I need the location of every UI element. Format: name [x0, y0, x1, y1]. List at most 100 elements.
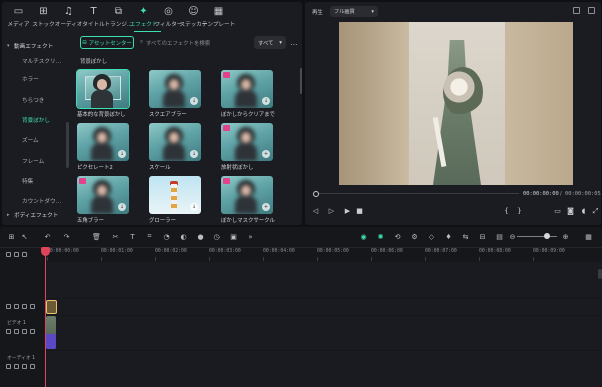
- timeline-grid-icon[interactable]: ▦: [584, 232, 593, 241]
- eye-icon[interactable]: [22, 329, 27, 334]
- category-item[interactable]: 背景ぼかし: [5, 113, 68, 127]
- download-icon[interactable]: ↓: [118, 150, 126, 158]
- mark-in-icon[interactable]: {: [502, 205, 511, 217]
- record-icon[interactable]: ●: [196, 232, 205, 241]
- effect-card[interactable]: ↓: [77, 123, 129, 161]
- download-icon[interactable]: ↓: [190, 150, 198, 158]
- tab-sticker[interactable]: ☺ ステッカー: [180, 2, 208, 32]
- timeline-scrollbar[interactable]: [598, 269, 602, 279]
- lock-icon[interactable]: [14, 304, 19, 309]
- effect-card[interactable]: +: [221, 176, 273, 214]
- tab-template[interactable]: ▦ テンプレート: [202, 2, 235, 32]
- compare-view-icon[interactable]: [573, 7, 580, 14]
- category-item[interactable]: カウントダウ…: [5, 194, 68, 208]
- category-item[interactable]: マルチスクリ…: [5, 54, 68, 68]
- track-add-icon[interactable]: [6, 329, 11, 334]
- shield-icon[interactable]: ✺: [376, 232, 385, 241]
- mark-out-icon[interactable]: }: [515, 205, 524, 217]
- category-item[interactable]: ▾ 動画エフェクト: [5, 39, 68, 53]
- tab-effects[interactable]: ✦ エフェクト: [130, 2, 158, 32]
- split-icon[interactable]: ⇆: [461, 232, 470, 241]
- quality-dropdown[interactable]: フル画質 ▾: [330, 6, 378, 17]
- mic-icon[interactable]: ♦: [444, 232, 453, 241]
- prev-frame-icon[interactable]: ◁: [311, 205, 320, 217]
- select-icon[interactable]: ↖: [20, 232, 29, 241]
- mute-icon[interactable]: [30, 364, 35, 369]
- category-item[interactable]: ズーム: [5, 133, 68, 147]
- tab-title-text[interactable]: T タイトル: [81, 2, 106, 32]
- monitor-icon[interactable]: ▭: [553, 205, 562, 217]
- audio-clip[interactable]: [46, 334, 56, 349]
- ai-icon[interactable]: ⚙: [410, 232, 419, 241]
- download-icon[interactable]: ↓: [118, 203, 126, 211]
- lock-icon[interactable]: [14, 364, 19, 369]
- subtitle-icon[interactable]: ▤: [495, 232, 504, 241]
- download-icon[interactable]: ↓: [262, 97, 270, 105]
- crop-icon[interactable]: ⌗: [145, 232, 154, 241]
- delete-icon[interactable]: 🗑: [92, 232, 101, 241]
- tab-filter[interactable]: ◎ フィルター: [155, 2, 183, 32]
- download-icon[interactable]: ↓: [190, 203, 198, 211]
- volume-icon[interactable]: ◖: [579, 205, 588, 217]
- playhead[interactable]: [45, 248, 46, 387]
- track-add-icon[interactable]: [6, 304, 11, 309]
- undo-icon[interactable]: ↶: [43, 232, 52, 241]
- progress-track[interactable]: [319, 193, 519, 194]
- more-tools-icon[interactable]: »: [246, 232, 255, 241]
- link-icon[interactable]: [14, 252, 19, 257]
- tab-stock[interactable]: ⊞ ストック: [31, 2, 56, 32]
- play-icon[interactable]: ▶: [343, 205, 352, 217]
- grid-icon[interactable]: ⊟: [478, 232, 487, 241]
- zoom-out-icon[interactable]: ⊖: [508, 232, 517, 241]
- tab-audio-note[interactable]: ♫ オーディオ: [55, 2, 83, 32]
- magnet-icon[interactable]: [22, 252, 27, 257]
- layout-view-icon[interactable]: [588, 7, 595, 14]
- zoom-slider-handle[interactable]: [544, 233, 550, 239]
- tab-transition[interactable]: ⧉ トランジ…: [105, 2, 133, 32]
- mute-icon[interactable]: [30, 304, 35, 309]
- timer-icon[interactable]: ◷: [212, 232, 221, 241]
- lock-icon[interactable]: [14, 329, 19, 334]
- add-track-icon[interactable]: [6, 252, 11, 257]
- effect-card[interactable]: ↓: [149, 70, 201, 108]
- stop-icon[interactable]: ■: [355, 205, 364, 217]
- mute-icon[interactable]: [30, 329, 35, 334]
- timeline-lane-audio[interactable]: [44, 351, 602, 387]
- category-item[interactable]: ちらつき: [5, 93, 68, 107]
- layout-icon[interactable]: ⊞: [7, 232, 16, 241]
- fit-icon[interactable]: ▣: [229, 232, 238, 241]
- effect-grid-scrollbar[interactable]: [300, 68, 302, 94]
- redo-icon[interactable]: ↷: [62, 232, 71, 241]
- effect-card[interactable]: [76, 69, 130, 109]
- cut-icon[interactable]: ✂: [111, 232, 120, 241]
- timeline-lane-empty[interactable]: [44, 262, 602, 298]
- zoom-in-icon[interactable]: ⊕: [561, 232, 570, 241]
- eye-icon[interactable]: [22, 364, 27, 369]
- effect-card[interactable]: +: [221, 123, 273, 161]
- render-icon[interactable]: ◉: [359, 232, 368, 241]
- marker-icon[interactable]: ◇: [427, 232, 436, 241]
- category-item[interactable]: フレーム: [5, 154, 68, 168]
- category-item[interactable]: ホラー: [5, 72, 68, 86]
- preview-video[interactable]: [339, 22, 573, 185]
- color-icon[interactable]: ◐: [179, 232, 188, 241]
- auto-icon[interactable]: ⟲: [393, 232, 402, 241]
- download-icon[interactable]: ↓: [190, 97, 198, 105]
- filter-dropdown[interactable]: すべて ▾: [254, 36, 286, 49]
- category-item[interactable]: 特集: [5, 174, 68, 188]
- zoom-slider-track[interactable]: [517, 236, 557, 237]
- timeline-lane-video[interactable]: [44, 316, 602, 350]
- effects-search-input[interactable]: ⌕ すべてのエフェクトを検索: [140, 36, 248, 49]
- track-add-icon[interactable]: [6, 364, 11, 369]
- category-item[interactable]: ▸ ボディエフェクト: [5, 208, 68, 222]
- asset-center-button[interactable]: ⊟ アセットセンター: [80, 36, 134, 49]
- effect-card[interactable]: ↓: [149, 123, 201, 161]
- eye-icon[interactable]: [22, 304, 27, 309]
- playhead-handle[interactable]: [41, 247, 50, 256]
- fullscreen-icon[interactable]: ⤢: [591, 205, 600, 217]
- effect-card[interactable]: ↓: [77, 176, 129, 214]
- tab-media[interactable]: ▭ メディア: [6, 2, 31, 32]
- add-icon[interactable]: +: [262, 203, 270, 211]
- text-icon[interactable]: T: [128, 232, 137, 241]
- add-icon[interactable]: +: [262, 150, 270, 158]
